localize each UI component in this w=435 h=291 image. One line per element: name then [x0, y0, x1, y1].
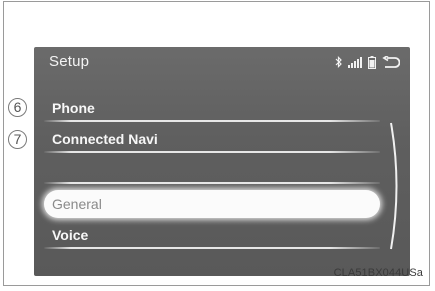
figure-caption: CLA51BX044USa [333, 267, 423, 279]
row-divider [44, 247, 380, 249]
battery-icon [368, 55, 376, 69]
menu-item-voice[interactable]: Voice [44, 223, 380, 249]
row-divider [44, 120, 380, 122]
callout-marker: 7 [8, 130, 27, 149]
menu-item-general[interactable]: General [44, 190, 380, 218]
row-divider [44, 182, 380, 184]
bluetooth-icon [335, 56, 342, 68]
menu-item-label: Connected Navi [52, 131, 158, 147]
screen-title: Setup [49, 53, 90, 70]
scrollbar[interactable] [389, 121, 403, 256]
signal-strength-icon [348, 56, 362, 68]
menu-item-label: General [52, 196, 102, 212]
callout-marker: 6 [8, 98, 27, 117]
status-bar [335, 55, 400, 69]
row-divider [44, 151, 380, 153]
menu-item-connected-navi[interactable]: Connected Navi [44, 127, 380, 153]
setup-screen: Setup Phone Connected Navi General Voice [34, 47, 410, 276]
menu-item-empty [44, 158, 380, 184]
menu-item-phone[interactable]: Phone [44, 96, 380, 122]
back-arrow-icon[interactable] [382, 55, 400, 69]
menu-item-label: Phone [52, 100, 95, 116]
menu-item-label: Voice [52, 227, 89, 243]
figure-frame: Setup Phone Connected Navi General Voice… [3, 1, 430, 286]
